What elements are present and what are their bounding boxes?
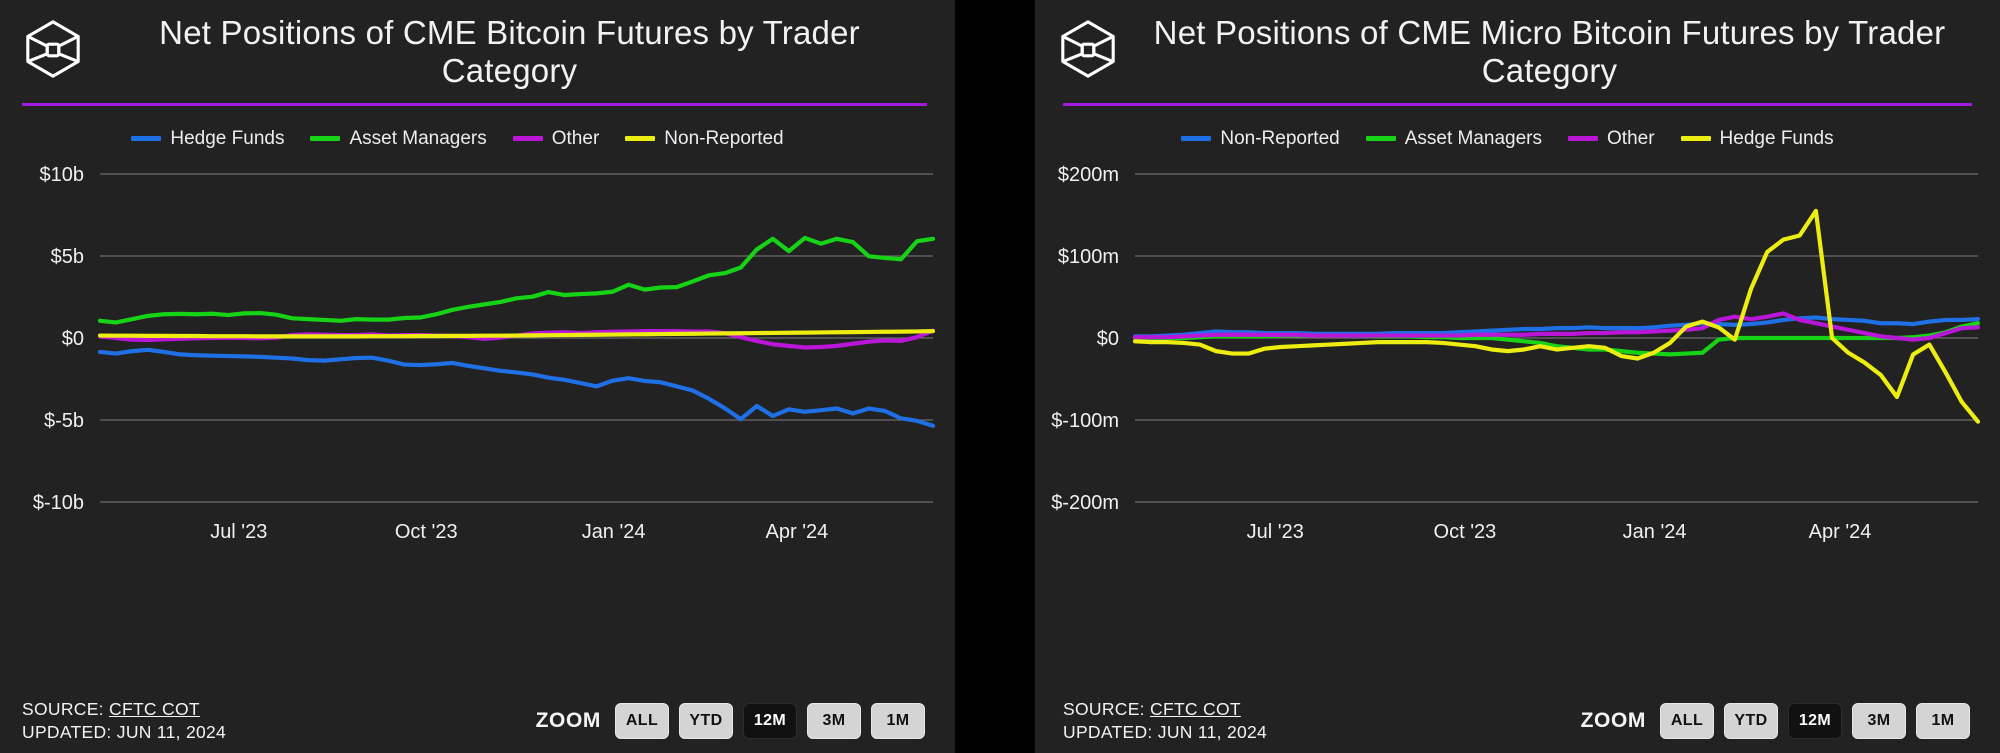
x-axis-tick-label: Jul '23 — [1247, 521, 1304, 543]
zoom-button-ytd[interactable]: YTD — [1724, 702, 1778, 739]
updated-label: UPDATED: — [22, 721, 112, 742]
panel-cme-bitcoin-futures: Net Positions of CME Bitcoin Futures by … — [0, 0, 955, 753]
legend-swatch-icon — [512, 136, 543, 142]
legend-label: Asset Managers — [349, 127, 487, 149]
dashboard-root: Net Positions of CME Bitcoin Futures by … — [0, 0, 2000, 753]
legend-item[interactable]: Other — [512, 127, 600, 150]
y-axis-tick-label: $0 — [1097, 328, 1119, 350]
x-axis-tick-label: Apr '24 — [766, 521, 829, 543]
x-axis-tick-label: Oct '23 — [395, 521, 458, 543]
legend-swatch-icon — [1568, 136, 1599, 142]
zoom-button-1m[interactable]: 1M — [1916, 702, 1970, 739]
source-line: SOURCE: CFTC COT — [22, 698, 226, 720]
y-axis-tick-label: $-100m — [1051, 410, 1119, 432]
legend-label: Other — [1607, 127, 1655, 149]
zoom-button-all[interactable]: ALL — [615, 702, 669, 739]
zoom-controls: ZOOM ALL YTD 12M 3M 1M — [1580, 702, 1970, 739]
zoom-caption: ZOOM — [1580, 708, 1646, 732]
source-link[interactable]: CFTC COT — [1150, 699, 1241, 719]
series-line-non-reported — [97, 328, 936, 338]
legend-label: Hedge Funds — [170, 127, 285, 149]
line-chart-net-positions-bitcoin[interactable]: $10b $5b $0 $-5b $-10b Jul '23 Oct '23 Jan '24 A… — [0, 160, 955, 560]
zoom-controls: ZOOM ALL YTD 12M 3M 1M — [535, 702, 925, 739]
zoom-button-all[interactable]: ALL — [1660, 702, 1714, 739]
legend-swatch-icon — [625, 136, 656, 142]
hexagon-cube-logo-icon — [22, 18, 84, 80]
updated-value: JUN 11, 2024 — [116, 721, 227, 742]
legend-swatch-icon — [1680, 136, 1711, 142]
legend-label: Other — [551, 127, 600, 149]
panel-header-left: Net Positions of CME Bitcoin Futures by … — [0, 0, 955, 91]
legend-item[interactable]: Asset Managers — [1365, 127, 1543, 150]
panel-footer-left: SOURCE: CFTC COT UPDATED: JUN 11, 2024 Z… — [0, 698, 955, 743]
legend-item[interactable]: Asset Managers — [310, 127, 487, 150]
zoom-button-1m[interactable]: 1M — [871, 702, 925, 739]
y-axis-tick-label: $-10b — [33, 492, 84, 514]
source-label: SOURCE: — [1063, 699, 1145, 720]
chart-area-right[interactable]: $200m $100m $0 $-100m $-200m Jul '23 Oct '23 Ja… — [1035, 160, 2000, 560]
legend-item[interactable]: Hedge Funds — [1680, 127, 1834, 150]
legend-item[interactable]: Non-Reported — [625, 127, 784, 150]
y-axis-tick-label: $0 — [62, 328, 84, 350]
y-axis-tick-label: $10b — [40, 164, 85, 186]
chart-legend-right: Non-Reported Asset Managers Other Hedge … — [1035, 128, 2000, 150]
zoom-button-12m[interactable]: 12M — [743, 702, 797, 739]
updated-line: UPDATED: JUN 11, 2024 — [22, 721, 226, 743]
title-underline-divider — [22, 102, 927, 106]
source-label: SOURCE: — [22, 699, 104, 720]
x-axis-tick-label: Jan '24 — [1623, 521, 1687, 543]
updated-value: JUN 11, 2024 — [1157, 721, 1268, 742]
legend-swatch-icon — [1365, 136, 1396, 142]
updated-label: UPDATED: — [1063, 721, 1153, 742]
y-axis-tick-label: $100m — [1058, 246, 1119, 268]
zoom-button-3m[interactable]: 3M — [1852, 702, 1906, 739]
legend-label: Hedge Funds — [1719, 127, 1834, 149]
chart-legend-left: Hedge Funds Asset Managers Other Non-Rep… — [0, 128, 955, 150]
y-axis-tick-label: $-5b — [44, 410, 84, 432]
series-line-asset-managers — [97, 235, 936, 325]
x-axis-tick-label: Oct '23 — [1434, 521, 1497, 543]
zoom-caption: ZOOM — [535, 708, 601, 732]
legend-label: Non-Reported — [664, 127, 784, 149]
title-underline-divider — [1063, 102, 1972, 106]
legend-swatch-icon — [310, 136, 341, 142]
legend-label: Asset Managers — [1404, 127, 1543, 149]
y-axis-tick-label: $200m — [1058, 164, 1119, 186]
page-title: Net Positions of CME Micro Bitcoin Futur… — [1153, 14, 1946, 90]
source-line: SOURCE: CFTC COT — [1063, 698, 1267, 720]
source-link[interactable]: CFTC COT — [109, 699, 200, 719]
panel-cme-micro-bitcoin-futures: Net Positions of CME Micro Bitcoin Futur… — [1035, 0, 2000, 753]
x-axis-tick-label: Jul '23 — [210, 521, 267, 543]
y-axis-tick-label: $5b — [51, 246, 84, 268]
y-axis-tick-label: $-200m — [1051, 492, 1119, 514]
panel-divider-gap — [955, 0, 1035, 753]
legend-item[interactable]: Hedge Funds — [131, 128, 284, 150]
zoom-button-3m[interactable]: 3M — [807, 702, 861, 739]
x-axis-tick-label: Jan '24 — [582, 521, 646, 543]
chart-area-left[interactable]: $10b $5b $0 $-5b $-10b Jul '23 Oct '23 Jan '24 A… — [0, 160, 955, 560]
legend-swatch-icon — [1181, 136, 1212, 142]
source-info: SOURCE: CFTC COT UPDATED: JUN 11, 2024 — [22, 698, 226, 743]
page-title: Net Positions of CME Bitcoin Futures by … — [159, 14, 860, 90]
legend-swatch-icon — [131, 136, 162, 142]
series-line-hedge-funds — [97, 347, 936, 428]
series-line-hedge-funds — [1132, 208, 1981, 424]
x-axis-tick-label: Apr '24 — [1809, 521, 1872, 543]
source-info: SOURCE: CFTC COT UPDATED: JUN 11, 2024 — [1063, 698, 1267, 743]
legend-label: Non-Reported — [1220, 127, 1340, 149]
updated-line: UPDATED: JUN 11, 2024 — [1063, 721, 1267, 743]
zoom-button-12m[interactable]: 12M — [1788, 702, 1842, 739]
line-chart-net-positions-micro-bitcoin[interactable]: $200m $100m $0 $-100m $-200m Jul '23 Oct '23 Ja… — [1035, 160, 2000, 560]
panel-header-right: Net Positions of CME Micro Bitcoin Futur… — [1035, 0, 2000, 91]
panel-footer-right: SOURCE: CFTC COT UPDATED: JUN 11, 2024 Z… — [1035, 698, 2000, 743]
legend-item[interactable]: Non-Reported — [1181, 127, 1340, 150]
hexagon-cube-logo-icon — [1057, 18, 1119, 80]
legend-item[interactable]: Other — [1568, 128, 1655, 150]
zoom-button-ytd[interactable]: YTD — [679, 702, 733, 739]
